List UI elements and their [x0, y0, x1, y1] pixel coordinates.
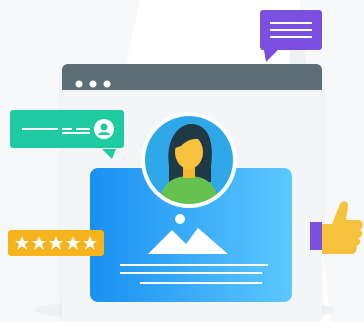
- window-dots-icon: [75, 73, 119, 92]
- user-icon: [94, 119, 114, 143]
- chat-bubble-icon: [102, 144, 116, 163]
- window-titlebar: [62, 64, 322, 90]
- thumbs-up-icon: [310, 198, 364, 262]
- text-line: [140, 282, 262, 284]
- rating-badge: [8, 230, 104, 256]
- chat-bubble-green: [10, 110, 124, 159]
- text-line: [270, 22, 312, 24]
- text-line: [62, 128, 72, 130]
- text-line: [62, 132, 90, 134]
- star-icon: [14, 235, 100, 255]
- text-line: [76, 128, 90, 130]
- chat-bubble-icon: [264, 47, 278, 66]
- text-line: [270, 36, 312, 38]
- text-line: [270, 29, 312, 31]
- text-line: [120, 272, 262, 274]
- image-placeholder-icon: [146, 212, 230, 260]
- avatar: [141, 112, 237, 208]
- text-line: [22, 128, 58, 130]
- chat-bubble-purple: [260, 10, 322, 62]
- text-line: [120, 264, 268, 266]
